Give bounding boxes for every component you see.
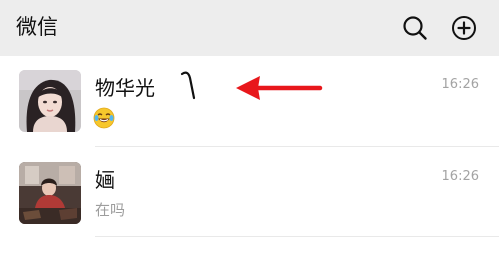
divider — [95, 146, 499, 147]
add-button[interactable] — [448, 12, 480, 44]
contact-name: 婳 — [95, 168, 115, 192]
search-button[interactable] — [399, 12, 431, 44]
last-message-preview: 在吗 — [95, 201, 126, 219]
contact-name: 物华光 — [95, 76, 155, 100]
chat-item-1[interactable]: 物华光 16:26 — [0, 58, 499, 146]
chat-item-2[interactable]: 婳 在吗 16:26 — [0, 150, 499, 238]
avatar — [19, 162, 81, 224]
plus-circle-icon — [452, 16, 476, 40]
top-bar: 微信 — [0, 0, 499, 56]
message-time: 16:26 — [441, 77, 479, 92]
divider — [95, 236, 499, 237]
search-icon — [403, 16, 427, 40]
avatar — [19, 70, 81, 132]
wechat-chat-list: 微信 物华光 16:26 婳 在吗 16:26 — [0, 0, 499, 266]
laughing-tears-emoji-icon — [93, 107, 115, 129]
app-title: 微信 — [16, 15, 58, 39]
message-time: 16:26 — [441, 169, 479, 184]
